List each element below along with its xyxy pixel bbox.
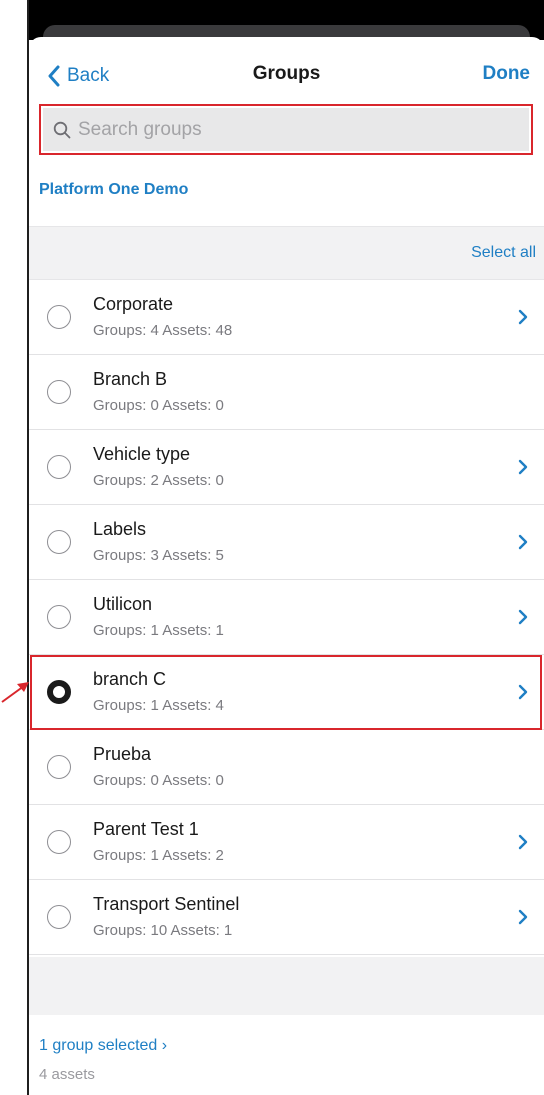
group-name: Parent Test 1 bbox=[93, 819, 199, 839]
group-row-vehicle-type[interactable]: Vehicle type Groups: 2 Assets: 0 bbox=[29, 430, 544, 505]
group-list: Corporate Groups: 4 Assets: 48 Branch B … bbox=[29, 280, 544, 955]
group-meta: Groups: 10 Assets: 1 bbox=[93, 922, 233, 939]
group-row-transport-sentinel[interactable]: Transport Sentinel Groups: 10 Assets: 1 bbox=[29, 880, 544, 955]
group-name: branch C bbox=[93, 669, 167, 689]
group-name: Prueba bbox=[93, 744, 152, 764]
group-row-labels[interactable]: Labels Groups: 3 Assets: 5 bbox=[29, 505, 544, 580]
account-name: Platform One Demo bbox=[39, 181, 189, 198]
chevron-right-icon[interactable] bbox=[518, 309, 528, 325]
group-meta: Groups: 4 Assets: 48 bbox=[93, 322, 233, 339]
search-input[interactable] bbox=[78, 118, 498, 141]
list-footer-spacer bbox=[29, 957, 544, 1015]
selected-count-link[interactable]: 1 group selected › bbox=[39, 1037, 167, 1055]
group-name: Labels bbox=[93, 519, 147, 539]
page-title: Groups bbox=[252, 63, 321, 84]
radio-empty-icon[interactable] bbox=[47, 605, 71, 629]
group-meta: Groups: 0 Assets: 0 bbox=[93, 772, 224, 789]
group-meta: Groups: 2 Assets: 0 bbox=[93, 472, 224, 489]
search-bar[interactable] bbox=[43, 108, 529, 151]
phone-screen: Back Groups Done Platform One Demo Selec… bbox=[29, 0, 544, 1095]
list-header: Select all bbox=[29, 226, 544, 280]
annotation-arrow-icon bbox=[1, 682, 29, 703]
radio-empty-icon[interactable] bbox=[47, 905, 71, 929]
radio-empty-icon[interactable] bbox=[47, 380, 71, 404]
done-button[interactable]: Done bbox=[483, 63, 531, 85]
group-name: Branch B bbox=[93, 369, 168, 389]
group-row-parent-test-1[interactable]: Parent Test 1 Groups: 1 Assets: 2 bbox=[29, 805, 544, 880]
group-meta: Groups: 1 Assets: 4 bbox=[93, 697, 224, 714]
group-meta: Groups: 3 Assets: 5 bbox=[93, 547, 224, 564]
chevron-right-icon[interactable] bbox=[518, 534, 528, 550]
group-row-prueba[interactable]: Prueba Groups: 0 Assets: 0 bbox=[29, 730, 544, 805]
group-row-corporate[interactable]: Corporate Groups: 4 Assets: 48 bbox=[29, 280, 544, 355]
groups-sheet: Back Groups Done Platform One Demo Selec… bbox=[29, 37, 544, 1095]
search-icon bbox=[53, 121, 71, 138]
group-row-branch-c[interactable]: branch C Groups: 1 Assets: 4 bbox=[29, 655, 544, 730]
group-name: Transport Sentinel bbox=[93, 894, 240, 914]
chevron-right-icon[interactable] bbox=[518, 834, 528, 850]
radio-empty-icon[interactable] bbox=[47, 830, 71, 854]
group-name: Corporate bbox=[93, 294, 174, 314]
chevron-right-icon[interactable] bbox=[518, 459, 528, 475]
chevron-right-icon[interactable] bbox=[518, 909, 528, 925]
group-meta: Groups: 0 Assets: 0 bbox=[93, 397, 224, 414]
chevron-right-icon[interactable] bbox=[518, 609, 528, 625]
select-all-button[interactable]: Select all bbox=[471, 244, 536, 262]
group-row-utilicon[interactable]: Utilicon Groups: 1 Assets: 1 bbox=[29, 580, 544, 655]
navigation-bar: Back Groups Done bbox=[29, 37, 544, 112]
group-name: Utilicon bbox=[93, 594, 153, 614]
group-meta: Groups: 1 Assets: 2 bbox=[93, 847, 224, 864]
radio-filled-icon[interactable] bbox=[47, 680, 71, 704]
selection-summary: 1 group selected › 4 assets bbox=[29, 1015, 544, 1095]
radio-empty-icon[interactable] bbox=[47, 455, 71, 479]
left-margin bbox=[0, 0, 28, 1095]
group-meta: Groups: 1 Assets: 1 bbox=[93, 622, 224, 639]
selected-assets-count: 4 assets bbox=[39, 1066, 95, 1083]
search-field-highlight bbox=[39, 104, 533, 155]
radio-empty-icon[interactable] bbox=[47, 305, 71, 329]
radio-empty-icon[interactable] bbox=[47, 530, 71, 554]
chevron-right-icon[interactable] bbox=[518, 684, 528, 700]
group-name: Vehicle type bbox=[93, 444, 191, 464]
radio-empty-icon[interactable] bbox=[47, 755, 71, 779]
group-row-branch-b[interactable]: Branch B Groups: 0 Assets: 0 bbox=[29, 355, 544, 430]
